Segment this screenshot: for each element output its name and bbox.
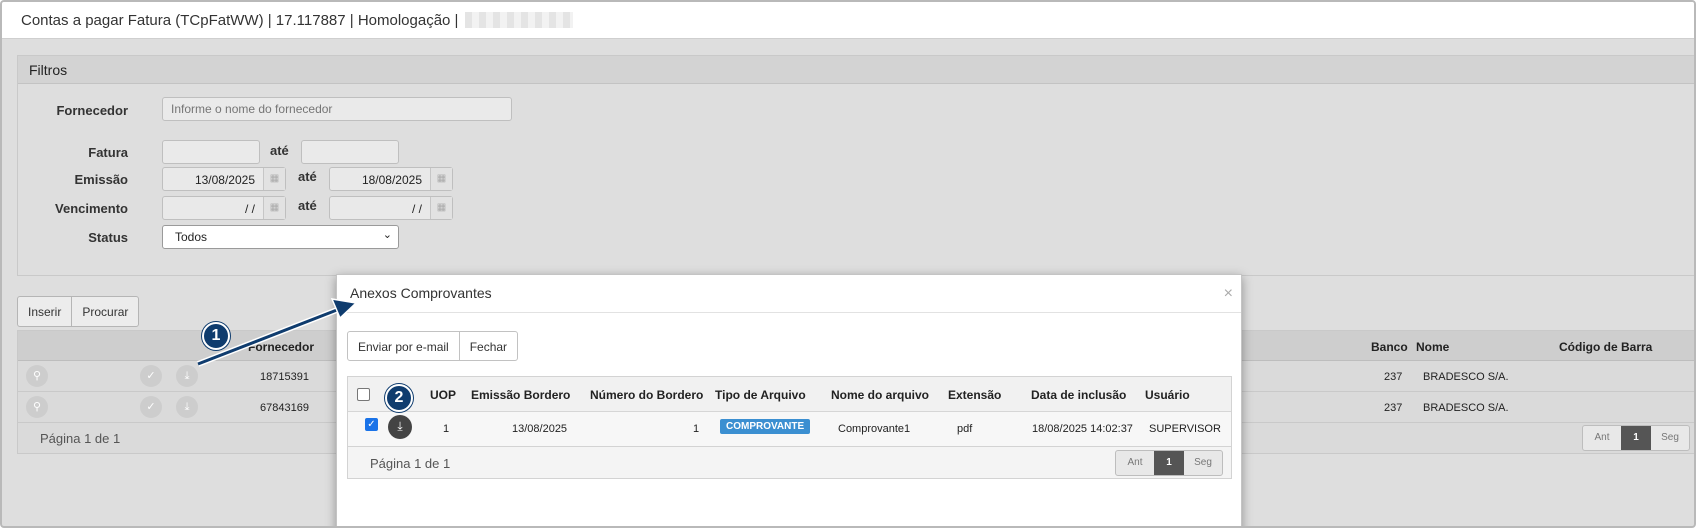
callout-one: 1 (202, 322, 230, 350)
callout-two: 2 (385, 384, 413, 412)
callout-arrow (196, 298, 358, 367)
app-window: Contas a pagar Fatura (TCpFatWW) | 17.11… (0, 0, 1696, 528)
